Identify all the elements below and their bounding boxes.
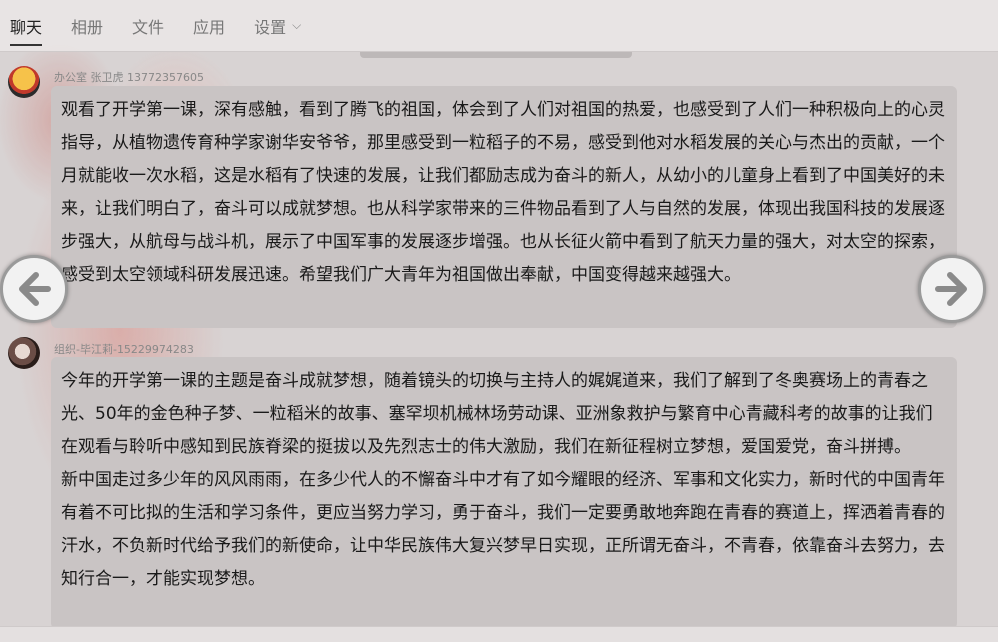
tab-apps[interactable]: 应用: [193, 0, 225, 52]
message-text: 观看了开学第一课，深有感触，看到了腾飞的祖国，体会到了人们对祖国的热爱，也感受到…: [61, 100, 945, 285]
tab-label: 相册: [71, 17, 104, 37]
tab-label: 文件: [132, 17, 165, 37]
next-button[interactable]: [918, 255, 986, 323]
tab-album[interactable]: 相册: [71, 0, 103, 52]
tab-files[interactable]: 文件: [132, 0, 164, 52]
sender-name: 组织-毕江莉-15229974283: [54, 343, 194, 356]
message-text: 今年的开学第一课的主题是奋斗成就梦想，随着镜头的切换与主持人的娓娓道来，我们了解…: [61, 371, 933, 457]
prev-button[interactable]: [0, 255, 68, 323]
sender-name: 办公室 张卫虎 13772357605: [54, 71, 204, 84]
tab-settings[interactable]: 设置 ⌵: [254, 0, 301, 52]
tab-label: 应用: [193, 17, 226, 37]
chevron-down-icon: ⌵: [292, 18, 302, 32]
input-toolbar: [0, 626, 998, 642]
arrow-right-icon: [935, 272, 967, 306]
message-bubble: 今年的开学第一课的主题是奋斗成就梦想，随着镜头的切换与主持人的娓娓道来，我们了解…: [51, 357, 957, 629]
scroll-indicator: [360, 52, 632, 58]
avatar[interactable]: [8, 337, 40, 369]
arrow-left-icon: [19, 272, 51, 306]
tab-label: 聊天: [10, 17, 43, 37]
message-text: 新中国走过多少年的风风雨雨，在多少代人的不懈奋斗中才有了如今耀眼的经济、军事和文…: [61, 470, 945, 589]
tab-chat[interactable]: 聊天: [10, 0, 43, 52]
tab-label: 设置: [254, 17, 287, 37]
avatar[interactable]: [8, 66, 40, 98]
top-nav: 聊天 相册 文件 应用 设置 ⌵: [0, 0, 998, 52]
message-bubble: 观看了开学第一课，深有感触，看到了腾飞的祖国，体会到了人们对祖国的热爱，也感受到…: [51, 86, 957, 328]
